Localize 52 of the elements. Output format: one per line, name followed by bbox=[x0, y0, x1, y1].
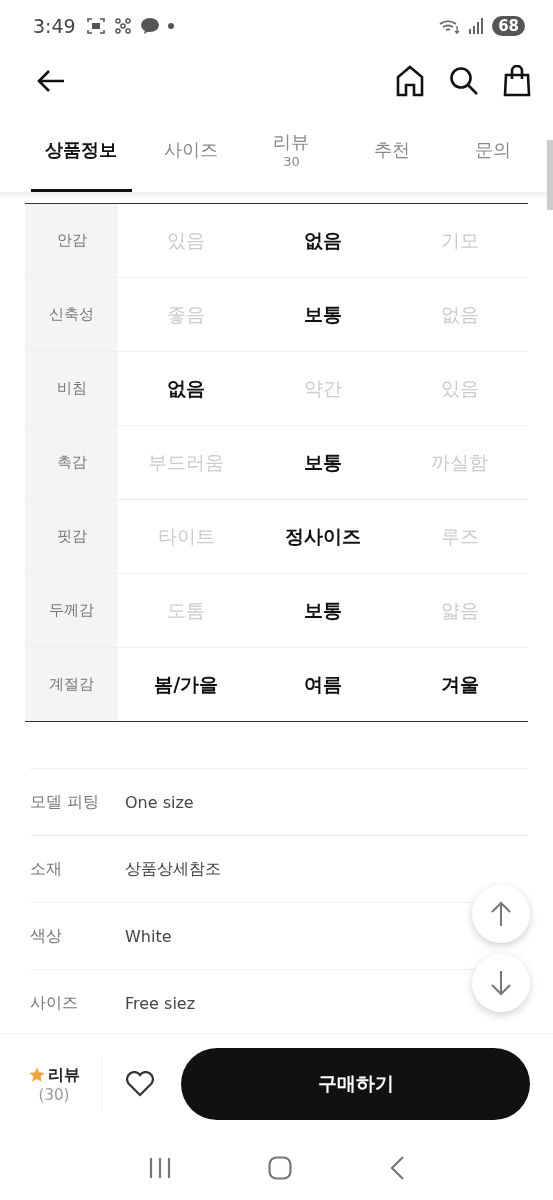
screenshot-icon bbox=[85, 17, 106, 35]
attribute-option: 보통 bbox=[254, 278, 392, 351]
attribute-option: 겨울 bbox=[391, 648, 528, 721]
detail-label: 소재 bbox=[30, 858, 63, 880]
home-button[interactable] bbox=[395, 65, 425, 97]
detail-label: 사이즈 bbox=[30, 992, 79, 1014]
attribute-label: 계절감 bbox=[25, 648, 118, 721]
detail-value: One size bbox=[125, 792, 194, 812]
attribute-option: 보통 bbox=[254, 574, 392, 647]
scroll-down-button[interactable] bbox=[472, 954, 530, 1012]
back-button[interactable] bbox=[36, 69, 66, 93]
star-icon bbox=[28, 1067, 45, 1083]
arrow-down-icon bbox=[490, 970, 512, 996]
scroll-up-button[interactable] bbox=[472, 885, 530, 943]
home-nav-icon[interactable] bbox=[268, 1155, 293, 1180]
shopping-bag-button[interactable] bbox=[503, 65, 531, 97]
detail-label: 모델 피팅 bbox=[30, 791, 101, 813]
attribute-label: 안감 bbox=[25, 204, 118, 277]
detail-value: White bbox=[125, 926, 172, 946]
scrollbar[interactable] bbox=[547, 140, 553, 210]
attribute-option: 없음 bbox=[118, 352, 255, 425]
arrow-up-icon bbox=[490, 901, 512, 927]
battery-indicator: 68 bbox=[492, 16, 525, 36]
network-icon bbox=[113, 17, 132, 35]
attribute-label: 비침 bbox=[25, 352, 118, 425]
detail-value: 상품상세참조 bbox=[125, 858, 221, 880]
buy-button[interactable]: 구매하기 bbox=[181, 1048, 530, 1120]
attribute-label: 촉감 bbox=[25, 426, 118, 499]
review-label: 리뷰 bbox=[47, 1064, 80, 1086]
attribute-option: 보통 bbox=[254, 426, 392, 499]
detail-label: 색상 bbox=[30, 925, 63, 947]
attribute-option: 정사이즈 bbox=[254, 500, 392, 573]
attribute-label: 핏감 bbox=[25, 500, 118, 573]
review-count: (30) bbox=[38, 1085, 70, 1104]
back-nav-icon[interactable] bbox=[390, 1155, 405, 1180]
attribute-option: 없음 bbox=[254, 204, 392, 277]
tab[interactable]: 리뷰 30 bbox=[241, 110, 342, 192]
signal-icon bbox=[468, 18, 485, 34]
recent-apps-icon[interactable] bbox=[148, 1157, 171, 1178]
tab[interactable]: 문의 bbox=[442, 110, 543, 192]
dot-icon bbox=[167, 23, 174, 29]
attribute-option: 여름 bbox=[254, 648, 392, 721]
attribute-option: 봄/가을 bbox=[118, 648, 255, 721]
attribute-label: 두께감 bbox=[25, 574, 118, 647]
status-time: 3:49 bbox=[33, 15, 76, 37]
like-button[interactable] bbox=[125, 1071, 155, 1097]
chat-bubble-icon bbox=[139, 17, 160, 35]
search-button[interactable] bbox=[449, 66, 479, 96]
attribute-label: 신축성 bbox=[25, 278, 118, 351]
tab[interactable]: 추천 bbox=[341, 110, 443, 192]
detail-value: Free siez bbox=[125, 993, 196, 1013]
tab[interactable]: 사이즈 bbox=[140, 110, 242, 192]
